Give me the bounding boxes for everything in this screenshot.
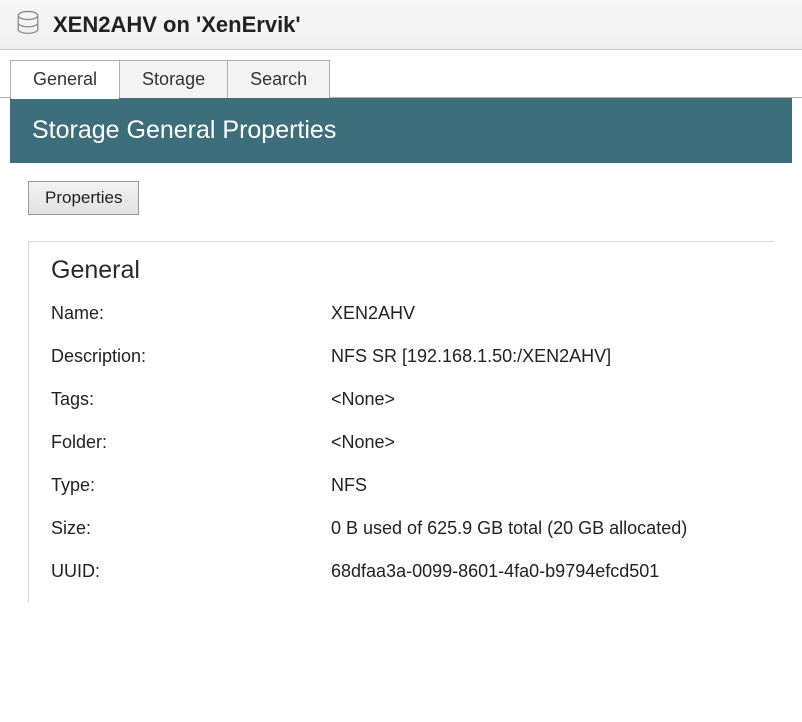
value-type: NFS [331,475,752,496]
tab-label: Storage [142,69,205,89]
value-uuid: 68dfaa3a-0099-8601-4fa0-b9794efcd501 [331,561,752,582]
value-description: NFS SR [192.168.1.50:/XEN2AHV] [331,346,752,367]
window-title: XEN2AHV on 'XenErvik' [53,12,301,38]
tab-label: General [33,69,97,89]
tab-storage[interactable]: Storage [120,60,228,98]
label-name: Name: [51,303,331,324]
properties-button[interactable]: Properties [28,181,139,215]
tab-general[interactable]: General [10,60,120,98]
content-area: Properties General Name: XEN2AHV Descrip… [0,163,802,620]
label-tags: Tags: [51,389,331,410]
label-folder: Folder: [51,432,331,453]
label-uuid: UUID: [51,561,331,582]
general-section: General Name: XEN2AHV Description: NFS S… [28,241,774,602]
value-size: 0 B used of 625.9 GB total (20 GB alloca… [331,518,752,539]
value-tags: <None> [331,389,752,410]
label-type: Type: [51,475,331,496]
page-title: Storage General Properties [10,98,792,163]
tab-strip: General Storage Search [0,50,802,98]
title-bar: XEN2AHV on 'XenErvik' [0,0,802,50]
value-name: XEN2AHV [331,303,752,324]
label-size: Size: [51,518,331,539]
properties-table: Name: XEN2AHV Description: NFS SR [192.1… [51,303,752,582]
tab-search[interactable]: Search [228,60,330,98]
storage-icon [15,9,53,40]
label-description: Description: [51,346,331,367]
value-folder: <None> [331,432,752,453]
section-title: General [51,256,752,285]
tab-label: Search [250,69,307,89]
